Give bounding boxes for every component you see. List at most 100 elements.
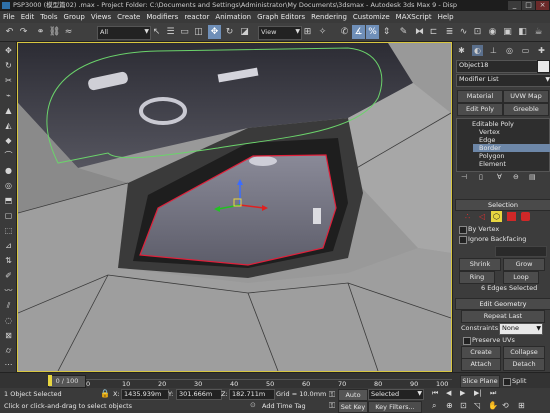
percent-snap-icon[interactable]: % <box>366 25 379 39</box>
reference-coord-dropdown[interactable]: View ▼ <box>258 26 302 40</box>
paint-icon[interactable]: ✐ <box>2 270 15 282</box>
bevel-icon[interactable]: ◆ <box>2 135 15 147</box>
angle-snap-icon[interactable]: ∡ <box>352 25 365 39</box>
create-tab-icon[interactable]: ✱ <box>456 45 467 56</box>
weld-icon[interactable]: ● <box>2 165 15 177</box>
hinge-icon[interactable]: ⊿ <box>2 240 15 252</box>
spinner-snap-icon[interactable]: ⇕ <box>380 25 393 39</box>
loop-button[interactable]: Loop <box>503 271 539 284</box>
modifier-list-dropdown[interactable]: Modifier List ▼ <box>456 74 550 87</box>
menu-create[interactable]: Create <box>114 11 143 23</box>
x-coordinate-field[interactable]: 1435.939m <box>121 389 169 400</box>
menu-graph-editors[interactable]: Graph Editors <box>254 11 308 23</box>
target-weld-icon[interactable]: ◎ <box>2 180 15 192</box>
repeat-last-button[interactable]: Repeat Last <box>461 310 545 323</box>
render-icon[interactable]: ◧ <box>516 25 529 39</box>
cap-icon[interactable]: ⬒ <box>2 195 15 207</box>
menu-modifiers[interactable]: Modifiers <box>143 11 181 23</box>
vertex-mode-icon[interactable]: ∴ <box>465 212 474 221</box>
material-editor-icon[interactable]: ◉ <box>486 25 499 39</box>
zoom-icon[interactable]: ⌕ <box>432 401 436 411</box>
set-key-button[interactable]: Set Key <box>338 401 368 413</box>
stack-item-polygon[interactable]: Polygon <box>473 152 550 160</box>
connect-icon[interactable]: ⌁ <box>2 90 15 102</box>
preserve-uvs-checkbox[interactable] <box>463 337 471 345</box>
redo-icon[interactable]: ↷ <box>17 25 30 39</box>
extrude-icon[interactable]: ▲ <box>2 105 15 117</box>
unlink-icon[interactable]: ⛓ <box>48 25 61 39</box>
detach-button[interactable]: Detach <box>503 358 545 371</box>
element-mode-icon[interactable] <box>521 212 530 221</box>
zoom-extents-icon[interactable]: ⊡ <box>460 401 467 410</box>
menu-tools[interactable]: Tools <box>37 11 60 23</box>
remove-modifier-icon[interactable]: ⊖ <box>513 173 519 181</box>
border-mode-icon[interactable]: ⬡ <box>491 211 502 222</box>
by-vertex-checkbox[interactable] <box>459 226 467 234</box>
play-icon[interactable]: ▶ <box>460 389 465 397</box>
stack-item-editable-poly[interactable]: Editable Poly <box>466 120 548 128</box>
split-checkbox[interactable] <box>503 378 511 386</box>
slider-handle[interactable] <box>48 375 52 386</box>
make-unique-icon[interactable]: ∀ <box>497 173 502 181</box>
tessellate-icon[interactable]: ⊠ <box>2 330 15 342</box>
menu-edit[interactable]: Edit <box>18 11 38 23</box>
msmooth-icon[interactable]: ◌ <box>2 315 15 327</box>
render-setup-icon[interactable]: ▣ <box>501 25 514 39</box>
rotate-icon[interactable]: ↻ <box>2 60 15 72</box>
bind-space-warp-icon[interactable]: ≈ <box>62 25 75 39</box>
manipulate-icon[interactable]: ✧ <box>316 25 329 39</box>
edge-mode-icon[interactable]: ◁ <box>479 212 488 221</box>
flip-icon[interactable]: ⇅ <box>2 255 15 267</box>
prev-frame-icon[interactable]: ◀ <box>446 389 451 397</box>
outline-icon[interactable]: ⬚ <box>2 225 15 237</box>
utilities-tab-icon[interactable]: ✚ <box>536 45 547 56</box>
quick-render-icon[interactable]: ☕ <box>532 25 545 39</box>
go-to-start-icon[interactable]: ⏮ <box>432 389 438 398</box>
menu-views[interactable]: Views <box>88 11 114 23</box>
select-object-icon[interactable]: ↖ <box>150 25 163 39</box>
show-end-result-icon[interactable]: ▯ <box>479 173 483 181</box>
orbit-icon[interactable]: ⟲ <box>502 401 509 410</box>
menu-rendering[interactable]: Rendering <box>308 11 350 23</box>
close-icon[interactable]: × <box>536 1 549 10</box>
constraints-dropdown[interactable]: None ▼ <box>499 323 543 335</box>
y-coordinate-field[interactable]: 301.666m <box>176 389 222 400</box>
selection-filter-dropdown[interactable]: All ▼ <box>97 26 151 40</box>
attach-button[interactable]: Attach <box>461 358 501 371</box>
ignore-backfacing-checkbox[interactable] <box>459 236 467 244</box>
menu-reactor[interactable]: reactor <box>181 11 212 23</box>
select-scale-icon[interactable]: ◪ <box>238 25 251 39</box>
stack-item-edge[interactable]: Edge <box>473 136 550 144</box>
relax-icon[interactable]: 〰 <box>2 285 15 297</box>
auto-key-button[interactable]: Auto Key <box>338 389 368 409</box>
rect-selection-icon[interactable]: ▭ <box>178 25 191 39</box>
select-by-name-icon[interactable]: ☰ <box>164 25 177 39</box>
add-time-tag[interactable]: Add Time Tag <box>262 402 306 410</box>
selection-rollout-header[interactable]: Selection <box>455 199 550 211</box>
menu-group[interactable]: Group <box>61 11 88 23</box>
menu-file[interactable]: File <box>0 11 18 23</box>
select-rotate-icon[interactable]: ↻ <box>223 25 236 39</box>
lock-selection-icon[interactable]: 🔒 <box>100 389 110 398</box>
chamfer-icon[interactable]: ◭ <box>2 120 15 132</box>
more-tools-icon[interactable]: ⋯ <box>2 359 15 371</box>
slice-plane-button[interactable]: Slice Plane <box>460 375 500 388</box>
configure-sets-icon[interactable]: ▤ <box>529 173 536 181</box>
greeble-button[interactable]: Greeble <box>503 103 549 116</box>
minimize-icon[interactable]: _ <box>508 1 521 10</box>
slice-icon[interactable]: ⫽ <box>2 300 15 312</box>
window-crossing-icon[interactable]: ◫ <box>192 25 205 39</box>
move-icon[interactable]: ✥ <box>2 45 15 57</box>
uvw-map-button[interactable]: UVW Map <box>503 90 549 103</box>
modify-tab-icon[interactable]: ◐ <box>472 45 483 56</box>
curve-editor-icon[interactable]: ∿ <box>457 25 470 39</box>
zoom-all-icon[interactable]: ⊕ <box>446 401 453 410</box>
mirror-icon[interactable]: ⧓ <box>413 25 426 39</box>
inset-icon[interactable]: ▢ <box>2 210 15 222</box>
named-selection-icon[interactable]: ✎ <box>397 25 410 39</box>
edit-poly-button[interactable]: Edit Poly <box>457 103 503 116</box>
menu-animation[interactable]: Animation <box>212 11 254 23</box>
menu-customize[interactable]: Customize <box>350 11 393 23</box>
display-tab-icon[interactable]: ▭ <box>520 45 531 56</box>
menu-maxscript[interactable]: MAXScript <box>393 11 435 23</box>
